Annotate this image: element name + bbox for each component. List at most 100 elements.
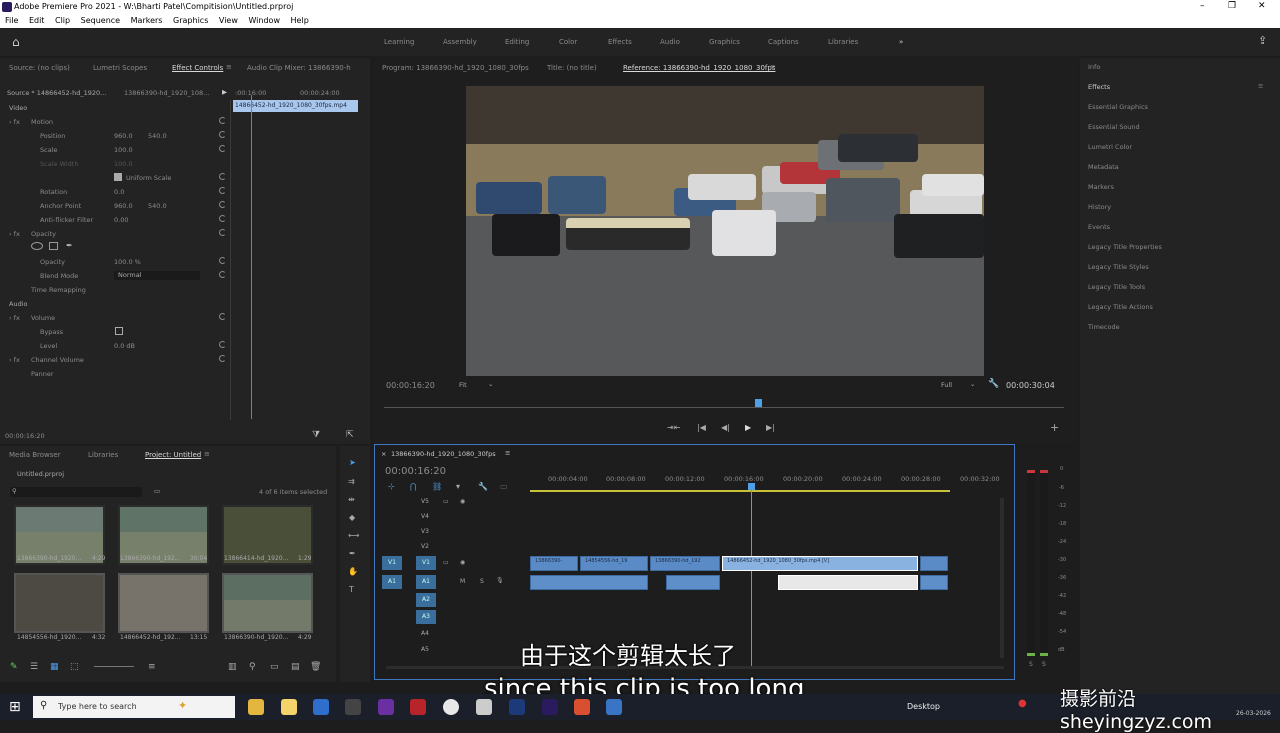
project-thumbnail[interactable] [14,573,105,633]
markers-tab[interactable]: Markers [1088,183,1114,191]
history-tab[interactable]: History [1088,203,1111,211]
anchor-x-value[interactable]: 960.0 [114,202,133,210]
tab-project[interactable]: Project: Untitled [145,451,201,459]
microphone-icon[interactable]: 🎙 [496,577,504,584]
solo-button[interactable]: S [480,578,484,585]
pen-mask-icon[interactable]: ✒ [66,241,73,250]
sync-lock-icon[interactable]: ▭ [443,559,449,566]
tab-source[interactable]: Source: (no clips) [9,64,70,72]
timeline-clip[interactable]: 13866390-hd_192 [650,556,720,571]
uniform-scale-checkbox[interactable] [114,173,122,181]
minimize-icon[interactable]: – [1200,1,1205,11]
file-explorer-icon[interactable] [248,699,264,715]
workspace-editing[interactable]: Editing [505,38,529,46]
project-thumbnail[interactable] [118,573,209,633]
legacy-title-actions-tab[interactable]: Legacy Title Actions [1088,303,1153,311]
timeline-audio-clip[interactable] [920,575,948,590]
zoom-slider[interactable] [94,666,134,667]
selection-tool-icon[interactable]: ➤ [349,458,356,467]
project-thumbnail[interactable] [222,573,313,633]
timeline-clip-selected[interactable]: 14866452-hd_1920_1080_30fps.mp4 [V] [722,556,918,571]
timeline-audio-clip[interactable] [530,575,648,590]
legacy-title-styles-tab[interactable]: Legacy Title Styles [1088,263,1149,271]
program-playhead[interactable] [755,399,762,407]
app-icon[interactable] [410,699,426,715]
panel-menu-icon[interactable]: ≡ [505,449,510,457]
list-view-icon[interactable]: ☰ [30,662,38,672]
rotation-value[interactable]: 0.0 [114,188,124,196]
automate-to-sequence-icon[interactable]: ▥ [228,662,237,672]
reset-icon[interactable] [219,201,226,208]
new-item-icon[interactable]: ▤ [291,662,300,672]
source-clip-label[interactable]: Source * 14866452-hd_1920... [7,89,106,97]
app-icon[interactable] [281,699,297,715]
essential-sound-tab[interactable]: Essential Sound [1088,123,1140,131]
menu-edit[interactable]: Edit [29,16,45,25]
timeline-settings-icon[interactable]: 🔧 [478,482,488,491]
legacy-title-tools-tab[interactable]: Legacy Title Tools [1088,283,1145,291]
menu-sequence[interactable]: Sequence [81,16,120,25]
tab-audio-clip-mixer[interactable]: Audio Clip Mixer: 13866390-h [247,64,351,72]
ec-timecode[interactable]: 00:00:16:20 [5,432,45,440]
play-icon[interactable]: ▶ [745,423,751,432]
source-patch-a1[interactable]: A1 [382,575,402,589]
panel-menu-icon[interactable]: ≡ [226,63,232,71]
reset-icon[interactable] [219,173,226,180]
hand-tool-icon[interactable]: ✋ [348,567,358,576]
quality-select[interactable]: Full [941,381,952,389]
metadata-tab[interactable]: Metadata [1088,163,1119,171]
mute-button[interactable]: M [460,578,465,585]
ec-playhead[interactable] [251,95,252,419]
fit-select[interactable]: Fit [459,381,467,389]
timeline-vertical-scrollbar[interactable] [1000,498,1004,658]
menu-markers[interactable]: Markers [131,16,163,25]
settings-wrench-icon[interactable]: 🔧 [988,379,999,389]
filter-icon[interactable]: ⧩ [312,430,320,440]
tab-lumetri-scopes[interactable]: Lumetri Scopes [93,64,147,72]
tab-libraries[interactable]: Libraries [88,451,118,459]
maximize-icon[interactable]: ❐ [1228,1,1236,11]
record-icon[interactable]: ● [1018,698,1027,709]
nest-icon[interactable]: ⊹ [388,482,395,491]
export-frame-icon[interactable]: ⇱ [346,430,354,440]
level-value[interactable]: 0.0 dB [114,342,135,350]
position-y-value[interactable]: 540.0 [148,132,167,140]
program-scrubber[interactable] [384,407,1064,408]
effects-panel-tab[interactable]: Effects [1088,83,1110,91]
events-tab[interactable]: Events [1088,223,1110,231]
tab-title[interactable]: Title: (no title) [547,64,597,72]
timeline-clip[interactable] [920,556,948,571]
menu-window[interactable]: Window [248,16,280,25]
bypass-checkbox[interactable] [115,327,123,335]
taskbar-search-placeholder[interactable]: Type here to search [58,702,137,711]
tab-program[interactable]: Program: 13866390-hd_1920_1080_30fps [382,64,529,72]
new-bin-icon[interactable]: ▭ [154,487,160,495]
timeline-playhead[interactable] [751,486,752,666]
sequence-tab[interactable]: 13866390-hd_1920_1080_30fps [391,450,496,458]
menu-file[interactable]: File [5,16,18,25]
razor-tool-icon[interactable]: ◆ [349,513,355,522]
tab-media-browser[interactable]: Media Browser [9,451,61,459]
reset-icon[interactable] [219,271,226,278]
step-forward-icon[interactable]: ▶| [766,423,775,432]
info-panel-tab[interactable]: Info [1088,63,1100,71]
reset-icon[interactable] [219,215,226,222]
pen-tool-icon[interactable]: ✒ [349,549,356,558]
reset-icon[interactable] [219,313,226,320]
workspace-audio[interactable]: Audio [660,38,680,46]
captions-icon[interactable]: ▭ [500,482,508,491]
track-target-a1[interactable]: A1 [416,575,436,589]
share-icon[interactable]: ⇪ [1258,34,1267,47]
ripple-edit-tool-icon[interactable]: ⇹ [348,495,355,504]
timeline-clip[interactable]: 13866390- [530,556,578,571]
scale-value[interactable]: 100.0 [114,146,133,154]
panel-menu-icon[interactable]: ≡ [1258,82,1263,90]
tab-effect-controls[interactable]: Effect Controls [172,64,223,72]
step-back-icon[interactable]: ◀| [721,423,730,432]
workspace-assembly[interactable]: Assembly [443,38,477,46]
legacy-title-properties-tab[interactable]: Legacy Title Properties [1088,243,1162,251]
reset-icon[interactable] [219,131,226,138]
chevron-down-icon[interactable]: ⌄ [488,380,493,388]
solo-right[interactable]: S [1042,661,1046,668]
reset-icon[interactable] [219,145,226,152]
